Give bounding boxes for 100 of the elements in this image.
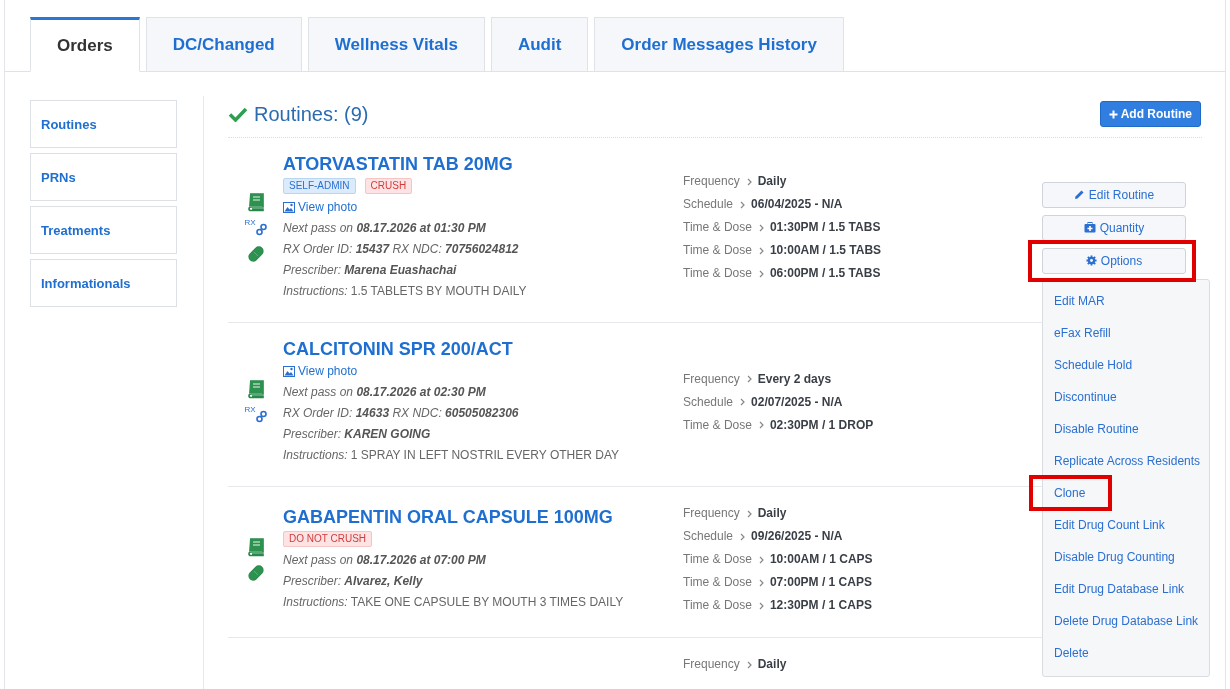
menu-item[interactable]: Clone <box>1054 485 1086 500</box>
chevron-icon <box>758 246 764 255</box>
drug-title[interactable]: CALCITONIN SPR 200/ACT <box>283 338 683 360</box>
detail-value: 09/26/2025 - N/A <box>751 528 843 545</box>
detail-label: Frequency <box>683 370 740 388</box>
detail-value: 10:00AM / 1.5 TABS <box>769 242 882 259</box>
detail-label: Time & Dose <box>683 574 752 591</box>
chevron-icon <box>746 660 752 669</box>
menu-item[interactable]: Disable Drug Counting <box>1054 549 1175 564</box>
detail-label: Frequency <box>683 173 740 190</box>
order-info-text: Prescriber: KAREN GOING <box>283 426 432 443</box>
tab[interactable]: Wellness Vitals <box>307 17 485 72</box>
instructions-text: TAKE ONE CAPSULE BY MOUTH 3 TIMES DAILY <box>350 594 624 611</box>
menu-item[interactable]: Replicate Across Residents <box>1054 453 1201 468</box>
checkmark-icon <box>228 106 248 122</box>
menu-item[interactable]: Edit Drug Database Link <box>1054 581 1185 596</box>
tab[interactable]: DC/Changed <box>145 17 302 72</box>
chevron-icon <box>758 421 764 429</box>
medical-kit-icon <box>1083 222 1096 233</box>
pencil-icon <box>1073 189 1085 200</box>
tab[interactable]: Orders <box>30 17 140 72</box>
section-title: Routines: (9) <box>254 102 369 126</box>
instructions-text: 1 SPRAY IN LEFT NOSTRIL EVERY OTHER DAY <box>350 447 619 464</box>
add-routine-button[interactable]: Add Routine <box>1099 101 1201 127</box>
drug-title[interactable]: GABAPENTIN ORAL CAPSULE 100MG <box>283 506 683 528</box>
chevron-icon <box>746 509 752 518</box>
order-info-text: RX Order ID: 14633 RX NDC: 60505082306 <box>283 405 520 422</box>
instructions-label: Instructions: <box>283 594 348 611</box>
image-icon <box>283 202 295 213</box>
detail-label: Frequency <box>683 505 740 522</box>
order-info-text: RX Order ID: 15437 RX NDC: 70756024812 <box>283 241 520 258</box>
instructions-label: Instructions: <box>283 283 348 300</box>
chevron-icon <box>740 532 746 541</box>
chevron-icon <box>740 200 746 209</box>
drug-title[interactable]: ATORVASTATIN TAB 20MG <box>283 153 683 175</box>
detail-label: Time & Dose <box>683 551 752 568</box>
view-photo-link[interactable]: View photo <box>283 197 358 218</box>
tab[interactable]: Audit <box>490 17 589 72</box>
detail-value: 12:30PM / 1 CAPS <box>769 597 872 614</box>
order-info-text: Next pass on 08.17.2026 at 07:00 PM <box>283 552 487 569</box>
detail-label: Frequency <box>683 656 740 673</box>
tab[interactable]: Order Messages History <box>594 17 844 72</box>
detail-value: 10:00AM / 1 CAPS <box>769 551 873 568</box>
tag: SELF-ADMIN <box>283 178 356 194</box>
book-icon <box>245 379 266 399</box>
detail-value: Daily <box>757 173 787 190</box>
chevron-icon <box>746 375 752 383</box>
menu-item[interactable]: Edit MAR <box>1054 293 1105 308</box>
action-button[interactable]: Edit Routine <box>1042 181 1186 208</box>
book-icon <box>245 191 266 212</box>
order-info-text: Next pass on 08.17.2026 at 01:30 PM <box>283 220 487 237</box>
detail-value: 01:30PM / 1.5 TABS <box>769 219 881 236</box>
action-button[interactable]: Options <box>1042 247 1186 274</box>
detail-label: Time & Dose <box>683 219 752 236</box>
detail-value: Daily <box>757 505 787 522</box>
chevron-icon <box>758 269 764 278</box>
plus-icon <box>1108 109 1118 119</box>
detail-label: Time & Dose <box>683 416 752 434</box>
order-info-text: Prescriber: Marena Euashachai <box>283 262 458 279</box>
detail-value: Every 2 days <box>757 370 832 388</box>
menu-item[interactable]: eFax Refill <box>1054 325 1111 340</box>
image-icon <box>283 366 295 377</box>
settings-icon <box>1085 255 1097 266</box>
tag: DO NOT CRUSH <box>283 531 373 547</box>
order-info-text: Prescriber: Alvarez, Kelly <box>283 573 424 590</box>
menu-item[interactable]: Delete Drug Database Link <box>1054 613 1199 628</box>
detail-value: 02/07/2025 - N/A <box>751 393 843 411</box>
detail-value: Daily <box>757 656 787 673</box>
detail-label: Schedule <box>683 196 734 213</box>
detail-value: 02:30PM / 1 DROP <box>769 416 874 434</box>
book-icon <box>245 536 266 557</box>
menu-item[interactable]: Delete <box>1054 645 1089 660</box>
detail-label: Time & Dose <box>683 265 752 282</box>
chevron-icon <box>740 398 746 406</box>
detail-label: Schedule <box>683 528 734 545</box>
menu-item[interactable]: Edit Drug Count Link <box>1054 517 1165 532</box>
detail-label: Schedule <box>683 393 734 411</box>
instructions-label: Instructions: <box>283 447 348 464</box>
detail-value: 06:00PM / 1.5 TABS <box>769 265 881 282</box>
sidebar-item[interactable]: Informationals <box>30 259 177 307</box>
menu-item[interactable]: Schedule Hold <box>1054 357 1133 372</box>
detail-label: Time & Dose <box>683 242 752 259</box>
detail-label: Time & Dose <box>683 597 752 614</box>
order-info-text: Next pass on 08.17.2026 at 02:30 PM <box>283 384 487 401</box>
chevron-icon <box>746 177 752 186</box>
sidebar-item[interactable]: Treatments <box>30 206 177 254</box>
sidebar-item[interactable]: PRNs <box>30 153 177 201</box>
view-photo-link[interactable]: View photo <box>283 361 358 382</box>
chevron-icon <box>758 223 764 232</box>
menu-item[interactable]: Discontinue <box>1054 389 1117 404</box>
menu-item[interactable]: Disable Routine <box>1054 421 1139 436</box>
chevron-icon <box>758 555 764 564</box>
sidebar-item[interactable]: Routines <box>30 100 177 148</box>
action-button[interactable]: Quantity <box>1042 214 1186 241</box>
detail-value: 06/04/2025 - N/A <box>751 196 843 213</box>
chevron-icon <box>758 601 764 610</box>
tag: CRUSH <box>364 178 413 194</box>
detail-value: 07:00PM / 1 CAPS <box>769 574 872 591</box>
chevron-icon <box>758 578 764 587</box>
instructions-text: 1.5 TABLETS BY MOUTH DAILY <box>350 283 527 300</box>
